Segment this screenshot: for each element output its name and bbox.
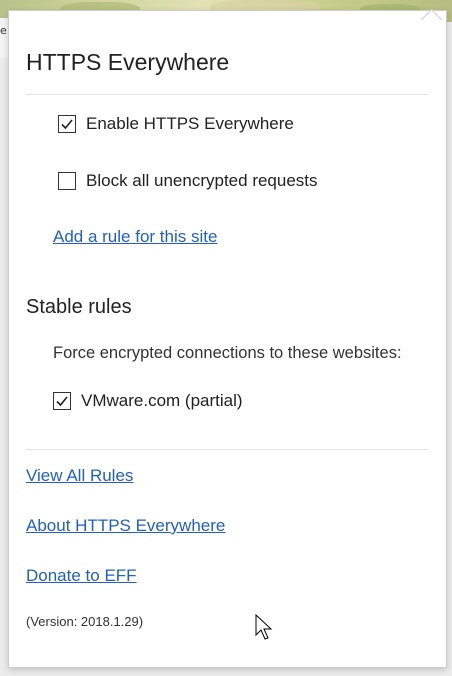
rule-item-vmware[interactable]: VMware.com (partial) [53, 391, 243, 411]
rule-label: VMware.com (partial) [81, 391, 243, 410]
checkmark-icon [56, 396, 68, 407]
about-link[interactable]: About HTTPS Everywhere [26, 516, 225, 536]
enable-https-everywhere-option[interactable]: Enable HTTPS Everywhere [58, 114, 294, 134]
rules-divider [26, 449, 428, 450]
popup-arrow [420, 8, 443, 31]
version-text: (Version: 2018.1.29) [26, 614, 144, 629]
popup-title: HTTPS Everywhere [26, 49, 230, 75]
mouse-cursor-icon [255, 614, 273, 640]
add-rule-link[interactable]: Add a rule for this site [53, 227, 217, 247]
stable-rules-description: Force encrypted connections to these web… [53, 344, 402, 362]
block-checkbox[interactable] [58, 172, 76, 190]
view-all-rules-link[interactable]: View All Rules [26, 466, 133, 486]
enable-checkbox[interactable] [58, 115, 76, 133]
https-everywhere-popup: HTTPS Everywhere Enable HTTPS Everywhere… [8, 8, 447, 668]
checkmark-icon [61, 119, 73, 130]
donate-link[interactable]: Donate to EFF [26, 566, 137, 586]
stable-rules-heading: Stable rules [26, 296, 132, 318]
enable-label: Enable HTTPS Everywhere [86, 114, 294, 133]
block-unencrypted-option[interactable]: Block all unencrypted requests [58, 171, 318, 191]
rule-checkbox[interactable] [53, 392, 71, 410]
block-label: Block all unencrypted requests [86, 171, 318, 190]
title-divider [26, 94, 428, 95]
